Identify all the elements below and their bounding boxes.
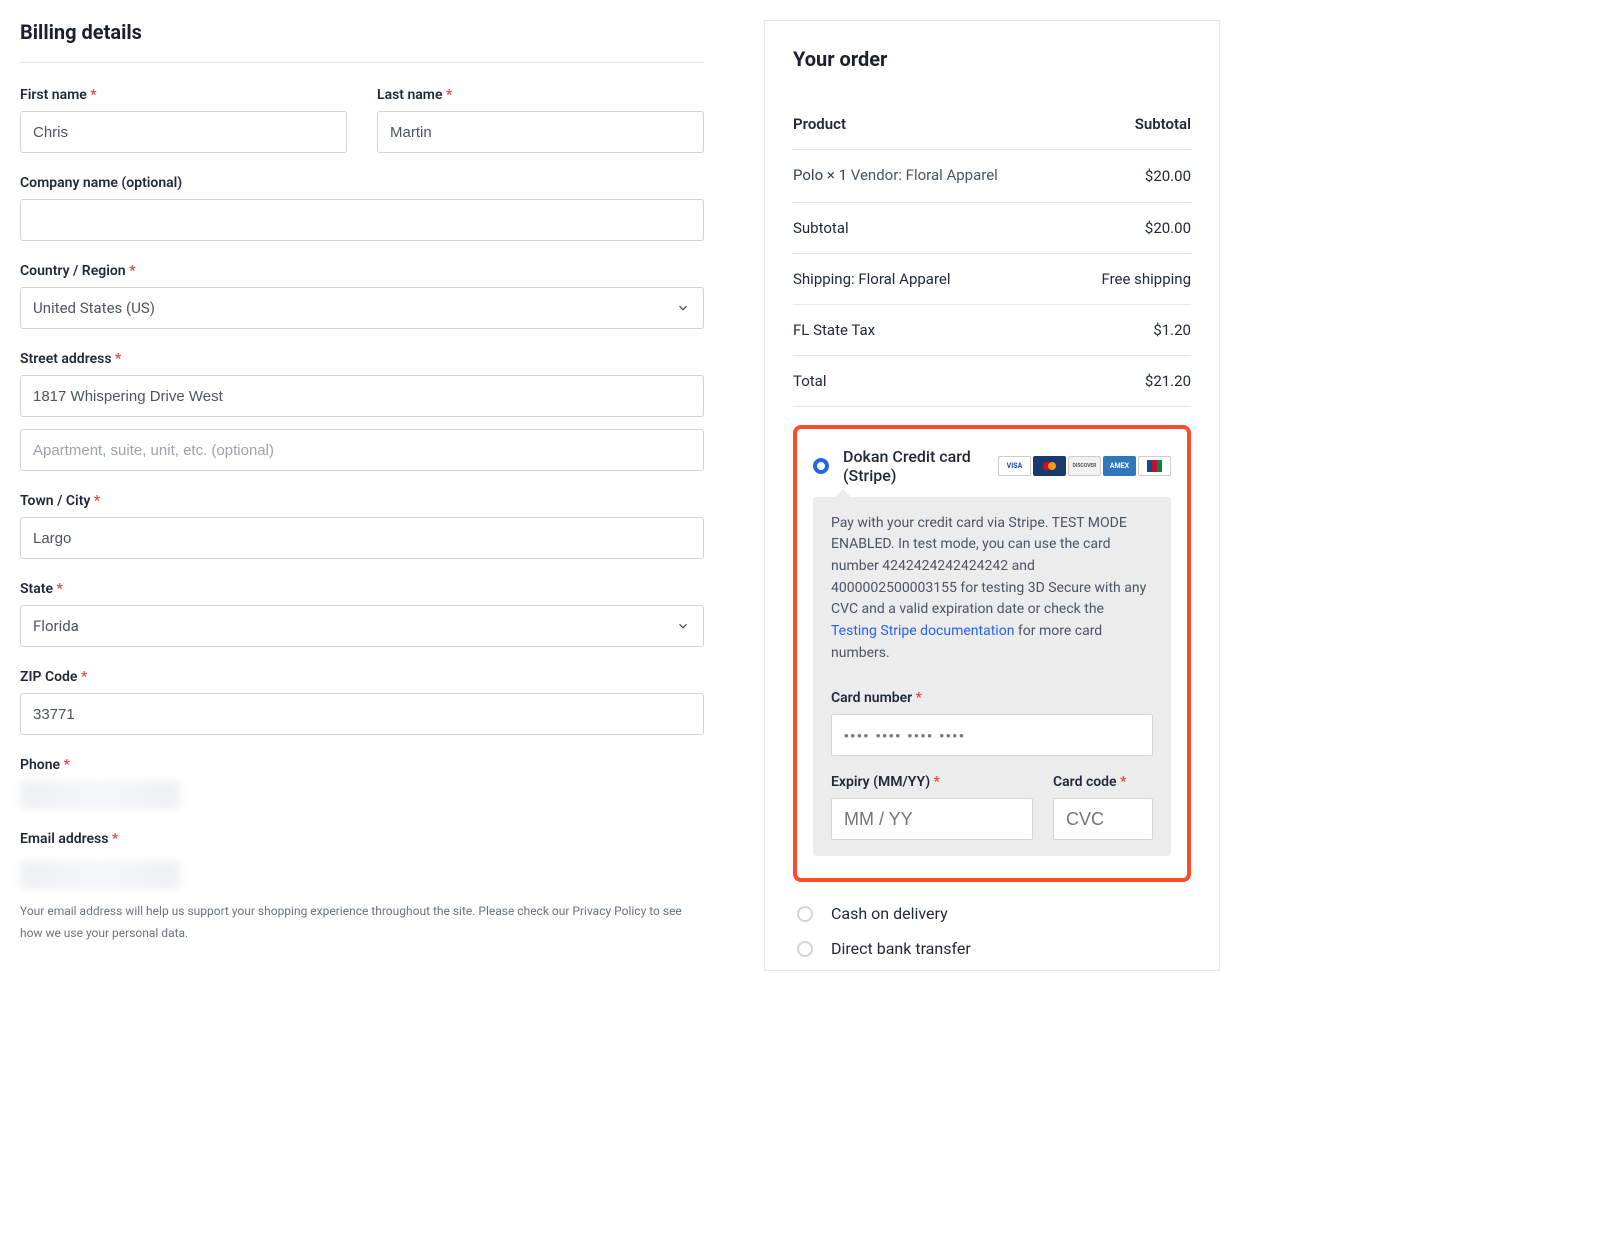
total-label: Total xyxy=(793,355,1070,406)
first-name-label: First name * xyxy=(20,87,347,103)
cvc-input[interactable] xyxy=(1053,798,1153,840)
street2-input[interactable] xyxy=(20,429,704,471)
street1-input[interactable] xyxy=(20,375,704,417)
radio-unselected-icon xyxy=(797,906,813,922)
stripe-docs-link[interactable]: Testing Stripe documentation xyxy=(831,623,1014,639)
order-table: Product Subtotal Polo × 1 Vendor: Floral… xyxy=(793,99,1191,407)
item-vendor: Vendor: Floral Apparel xyxy=(851,166,998,186)
item-price: $20.00 xyxy=(1070,150,1191,203)
city-label: Town / City * xyxy=(20,493,704,509)
discover-icon: DISCOVER xyxy=(1068,456,1101,476)
item-name: Polo × 1 xyxy=(793,166,847,184)
email-redacted xyxy=(20,861,180,889)
order-panel: Your order Product Subtotal Polo × 1 Ven… xyxy=(764,20,1220,971)
zip-label: ZIP Code * xyxy=(20,669,704,685)
last-name-input[interactable] xyxy=(377,111,704,153)
shipping-row: Shipping: Floral Apparel Free shipping xyxy=(793,253,1191,304)
card-number-input[interactable] xyxy=(831,714,1153,756)
subtotal-value: $20.00 xyxy=(1070,202,1191,253)
company-label: Company name (optional) xyxy=(20,175,704,191)
radio-unselected-icon xyxy=(797,941,813,957)
last-name-label: Last name * xyxy=(377,87,704,103)
table-header-row: Product Subtotal xyxy=(793,99,1191,150)
expiry-label: Expiry (MM/YY) * xyxy=(831,774,1033,790)
phone-redacted xyxy=(20,781,180,809)
stripe-description: Pay with your credit card via Stripe. TE… xyxy=(831,513,1153,665)
billing-heading: Billing details xyxy=(20,20,704,63)
company-input[interactable] xyxy=(20,199,704,241)
payment-stripe-highlighted: Dokan Credit card (Stripe) VISA DISCOVER… xyxy=(793,425,1191,883)
city-input[interactable] xyxy=(20,517,704,559)
col-product: Product xyxy=(793,99,1070,150)
tax-value: $1.20 xyxy=(1070,304,1191,355)
expiry-input[interactable] xyxy=(831,798,1033,840)
order-heading: Your order xyxy=(793,47,1191,89)
payment-option-stripe[interactable]: Dokan Credit card (Stripe) VISA DISCOVER… xyxy=(813,443,1171,497)
first-name-input[interactable] xyxy=(20,111,347,153)
jcb-icon xyxy=(1138,456,1171,476)
email-label: Email address * xyxy=(20,831,704,847)
table-row: Polo × 1 Vendor: Floral Apparel $20.00 xyxy=(793,150,1191,203)
total-row: Total $21.20 xyxy=(793,355,1191,406)
radio-selected-icon xyxy=(813,458,829,474)
amex-icon: AMEX xyxy=(1103,456,1136,476)
stripe-label: Dokan Credit card (Stripe) xyxy=(843,447,984,485)
subtotal-label: Subtotal xyxy=(793,202,1070,253)
subtotal-row: Subtotal $20.00 xyxy=(793,202,1191,253)
payment-option-cod[interactable]: Cash on delivery xyxy=(797,896,1187,931)
country-select[interactable]: United States (US) xyxy=(20,287,704,329)
cvc-label: Card code * xyxy=(1053,774,1153,790)
country-label: Country / Region * xyxy=(20,263,704,279)
visa-icon: VISA xyxy=(998,456,1031,476)
phone-label: Phone * xyxy=(20,757,704,773)
payment-option-bank[interactable]: Direct bank transfer xyxy=(797,931,1187,966)
state-label: State * xyxy=(20,581,704,597)
shipping-label: Shipping: Floral Apparel xyxy=(793,253,1070,304)
cod-label: Cash on delivery xyxy=(831,904,948,923)
tax-row: FL State Tax $1.20 xyxy=(793,304,1191,355)
total-value: $21.20 xyxy=(1070,355,1191,406)
mastercard-icon xyxy=(1033,456,1066,476)
state-select[interactable]: Florida xyxy=(20,605,704,647)
email-helper: Your email address will help us support … xyxy=(20,901,704,944)
tax-label: FL State Tax xyxy=(793,304,1070,355)
col-subtotal: Subtotal xyxy=(1070,99,1191,150)
shipping-value: Free shipping xyxy=(1070,253,1191,304)
zip-input[interactable] xyxy=(20,693,704,735)
card-number-label: Card number * xyxy=(831,690,1153,706)
street-label: Street address * xyxy=(20,351,704,367)
bank-label: Direct bank transfer xyxy=(831,939,971,958)
card-brand-icons: VISA DISCOVER AMEX xyxy=(998,456,1171,476)
